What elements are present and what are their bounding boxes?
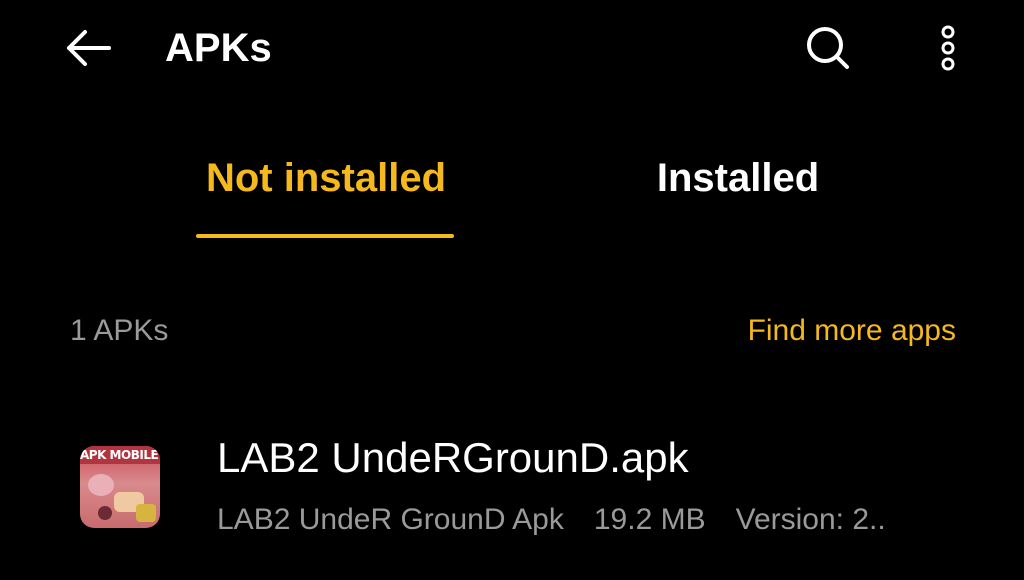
- apk-app-name: LAB2 UndeR GrounD Apk: [217, 503, 564, 536]
- page-title: APKs: [165, 26, 272, 70]
- app-icon-banner: APK MOBILE: [80, 446, 160, 464]
- app-icon: APK MOBILE: [80, 446, 160, 528]
- apk-count: 1 APKs: [70, 314, 169, 347]
- search-icon: [807, 27, 849, 69]
- tab-label: Installed: [656, 156, 820, 200]
- apk-details: LAB2 UndeR GrounD Apk 19.2 MB Version: 2..: [217, 500, 962, 540]
- more-options-button[interactable]: [920, 20, 976, 76]
- back-button[interactable]: [56, 22, 120, 74]
- apk-file-name: LAB2 UndeRGrounD.apk: [217, 434, 689, 481]
- search-button[interactable]: [798, 20, 858, 76]
- app-icon-art: [136, 504, 156, 522]
- apk-version: Version: 2..: [735, 503, 886, 536]
- tab-bar: Not installed Installed: [0, 140, 1024, 250]
- app-icon-art: [98, 506, 112, 520]
- app-bar: APKs: [0, 0, 1024, 100]
- tab-label: Not installed: [205, 156, 447, 200]
- more-vertical-icon: [941, 25, 955, 71]
- selected-tab-indicator: [196, 234, 454, 238]
- list-item[interactable]: APK MOBILE LAB2 UndeRGrounD.apk LAB2 Und…: [0, 412, 1024, 562]
- list-header: 1 APKs Find more apps: [0, 305, 1024, 355]
- tab-installed[interactable]: Installed: [630, 140, 846, 240]
- find-more-apps-link[interactable]: Find more apps: [748, 313, 956, 349]
- back-arrow-icon: [67, 30, 111, 66]
- app-icon-art: [88, 474, 114, 496]
- tab-not-installed[interactable]: Not installed: [196, 140, 456, 240]
- apk-size: 19.2 MB: [593, 503, 706, 536]
